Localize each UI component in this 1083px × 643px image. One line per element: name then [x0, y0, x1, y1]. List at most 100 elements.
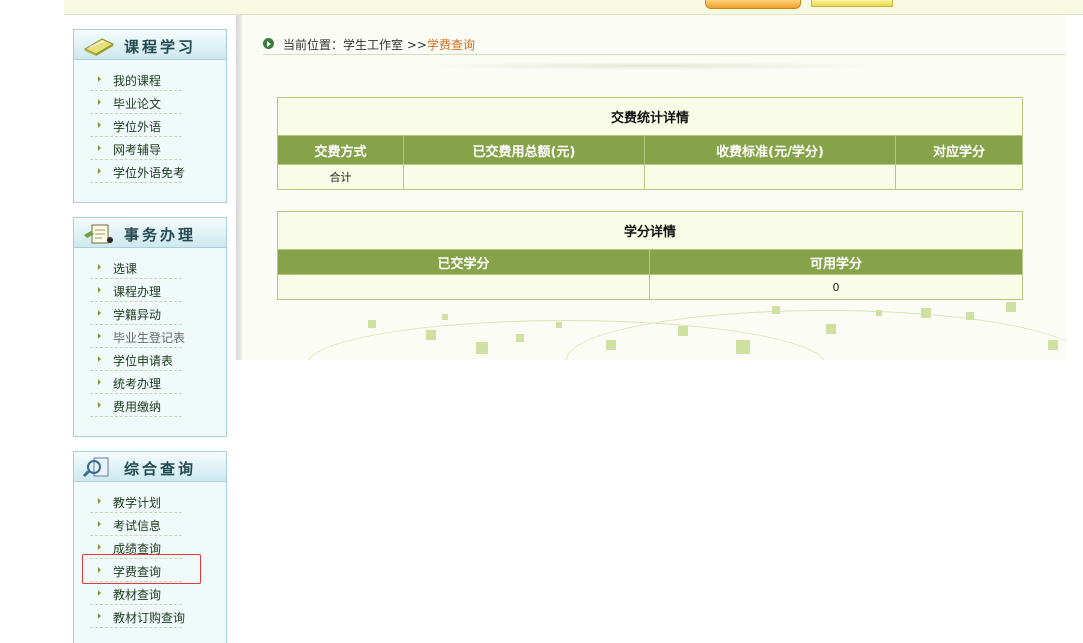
arrow-right-icon	[98, 99, 101, 105]
decorative-square	[1006, 302, 1016, 312]
column-header: 已交费用总额(元)	[403, 135, 645, 165]
arrow-right-icon	[98, 590, 101, 596]
decorative-square	[826, 324, 836, 334]
arrow-right-icon	[98, 168, 101, 174]
arrow-right-icon	[98, 287, 101, 293]
decorative-square	[606, 340, 616, 350]
table-cell	[403, 164, 645, 190]
arrow-right-icon	[98, 310, 101, 316]
table-row: 合计	[277, 164, 1023, 190]
decorative-square	[476, 342, 488, 354]
sidebar-item-textbook-order-query[interactable]: 教材订购查询	[90, 605, 186, 628]
arrow-right-icon	[98, 76, 101, 82]
top-yellow-button[interactable]	[811, 0, 893, 7]
sidebar-item-label: 费用缴纳	[113, 400, 162, 414]
decorative-square	[1048, 340, 1058, 350]
sidebar-item-label: 学位外语免考	[113, 166, 186, 180]
top-orange-button[interactable]	[705, 0, 801, 9]
course-panel: 课程学习 我的课程 毕业论文 学位外语 网考辅导 学位外语免考	[73, 29, 227, 203]
sidebar-item-label: 教材订购查询	[113, 611, 186, 625]
sidebar-item-label: 学籍异动	[113, 308, 162, 322]
arrow-right-icon	[98, 264, 101, 270]
decorative-square	[876, 310, 882, 316]
sidebar-item-label: 统考办理	[113, 377, 162, 391]
sidebar-item-label: 毕业论文	[113, 97, 162, 111]
credit-table-caption: 学分详情	[277, 211, 1023, 250]
sidebar-item-label: 教材查询	[113, 588, 162, 602]
sidebar-item-exam-info[interactable]: 考试信息	[90, 513, 182, 536]
decorative-arc	[566, 310, 1066, 360]
breadcrumb-current[interactable]: 学费查询	[427, 38, 475, 52]
arrow-circle-icon	[263, 38, 274, 49]
course-panel-title: 课程学习	[124, 38, 197, 56]
sidebar-item-degree-application[interactable]: 学位申请表	[90, 348, 182, 371]
sidebar-item-label: 我的课程	[113, 74, 162, 88]
sidebar-item-label: 课程办理	[113, 285, 162, 299]
arrow-right-icon	[98, 498, 101, 504]
sidebar-item-label: 网考辅导	[113, 143, 162, 157]
fee-table-caption: 交费统计详情	[277, 97, 1023, 136]
decorative-square	[736, 340, 750, 354]
left-sidebar: 课程学习 我的课程 毕业论文 学位外语 网考辅导 学位外语免考 事务办理 选课 …	[64, 15, 236, 643]
sidebar-item-course-selection[interactable]: 选课	[90, 256, 182, 279]
decorative-square	[921, 308, 931, 318]
sidebar-item-course-processing[interactable]: 课程办理	[90, 279, 182, 302]
table-row: 0	[277, 274, 1023, 300]
sidebar-item-my-courses[interactable]: 我的课程	[90, 68, 182, 91]
sidebar-item-label: 学位外语	[113, 120, 162, 134]
sidebar-item-label: 教学计划	[113, 496, 162, 510]
decorative-square	[426, 330, 436, 340]
breadcrumb-prefix: 当前位置：学生工作室 >>	[283, 38, 427, 52]
affairs-panel: 事务办理 选课 课程办理 学籍异动 毕业生登记表 学位申请表 统考办理 费用缴纳	[73, 217, 227, 437]
sidebar-item-label: 毕业生登记表	[113, 331, 186, 345]
sidebar-item-thesis[interactable]: 毕业论文	[90, 91, 182, 114]
book-icon	[83, 38, 115, 56]
sidebar-item-label: 考试信息	[113, 519, 162, 533]
sidebar-item-status-change[interactable]: 学籍异动	[90, 302, 182, 325]
credit-detail-table: 学分详情 已交学分 可用学分 0	[277, 211, 1023, 300]
sidebar-item-label: 学位申请表	[113, 354, 174, 368]
decorative-square	[678, 326, 688, 336]
column-header: 对应学分	[895, 135, 1023, 165]
table-cell	[277, 274, 650, 300]
top-bar	[64, 0, 1083, 15]
query-panel: 综合查询 教学计划 考试信息 成绩查询 学费查询 教材查询 教材订购查询	[73, 451, 227, 643]
fee-stats-table: 交费统计详情 交费方式 已交费用总额(元) 收费标准(元/学分) 对应学分 合计	[277, 97, 1023, 190]
column-header: 已交学分	[277, 249, 650, 275]
arrow-right-icon	[98, 544, 101, 550]
affairs-panel-header: 事务办理	[74, 218, 226, 248]
decorative-square	[966, 312, 974, 320]
selection-highlight	[82, 554, 201, 584]
sidebar-item-teaching-plan[interactable]: 教学计划	[90, 490, 182, 513]
affairs-panel-title: 事务办理	[124, 226, 197, 244]
sidebar-item-online-exam-tutoring[interactable]: 网考辅导	[90, 137, 182, 160]
decorative-square	[772, 306, 780, 314]
decorative-square	[516, 334, 524, 342]
table-cell	[895, 164, 1023, 190]
arrow-right-icon	[98, 145, 101, 151]
query-panel-title: 综合查询	[124, 460, 197, 478]
sidebar-item-unified-exam[interactable]: 统考办理	[90, 371, 182, 394]
sidebar-item-label: 选课	[113, 262, 138, 276]
column-header: 交费方式	[277, 135, 404, 165]
arrow-right-icon	[98, 333, 101, 339]
notebook-pen-icon	[84, 224, 113, 244]
column-header: 收费标准(元/学分)	[644, 135, 896, 165]
decorative-square	[442, 314, 448, 320]
sidebar-item-graduate-registration[interactable]: 毕业生登记表	[90, 325, 186, 348]
magnifier-document-icon	[82, 457, 109, 478]
sidebar-item-language-exemption[interactable]: 学位外语免考	[90, 160, 186, 183]
table-cell: 合计	[277, 164, 404, 190]
table-cell	[644, 164, 896, 190]
arrow-right-icon	[98, 402, 101, 408]
arrow-right-icon	[98, 521, 101, 527]
arrow-right-icon	[98, 613, 101, 619]
sidebar-item-degree-language[interactable]: 学位外语	[90, 114, 182, 137]
breadcrumb: 当前位置：学生工作室 >>学费查询	[263, 35, 1066, 55]
decorative-square	[368, 320, 376, 328]
arrow-right-icon	[98, 122, 101, 128]
arrow-right-icon	[98, 379, 101, 385]
sidebar-item-fee-payment[interactable]: 费用缴纳	[90, 394, 182, 417]
sidebar-item-textbook-query[interactable]: 教材查询	[90, 582, 182, 605]
column-header: 可用学分	[649, 249, 1023, 275]
